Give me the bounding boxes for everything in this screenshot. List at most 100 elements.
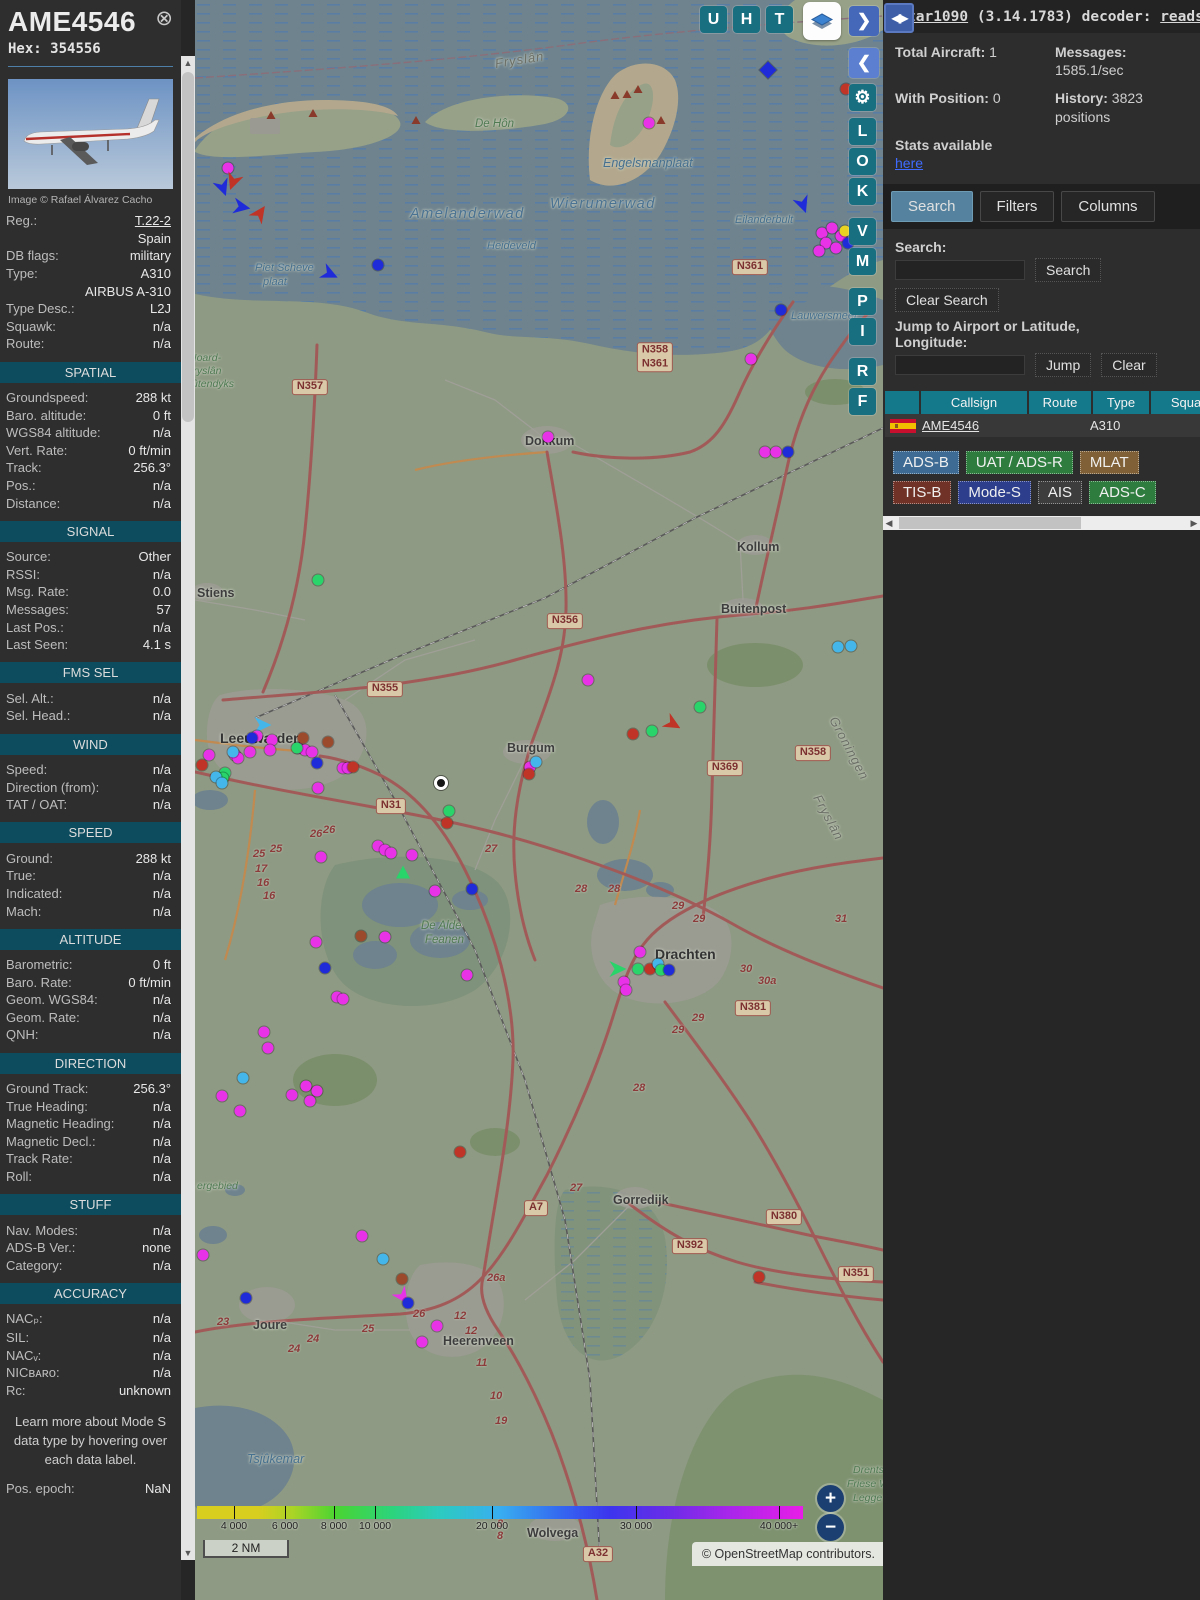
aircraft-marker[interactable]: [322, 736, 334, 748]
aircraft-marker[interactable]: [832, 641, 844, 653]
aircraft-marker[interactable]: [304, 1095, 316, 1107]
aircraft-marker[interactable]: [379, 931, 391, 943]
aircraft-marker[interactable]: [311, 757, 323, 769]
aircraft-marker[interactable]: [244, 746, 256, 758]
aircraft-marker[interactable]: [530, 756, 542, 768]
aircraft-marker[interactable]: [258, 1026, 270, 1038]
selected-aircraft-marker[interactable]: [434, 776, 448, 790]
aircraft-marker[interactable]: [203, 749, 215, 761]
aircraft-marker[interactable]: [443, 805, 455, 817]
column-header-callsign[interactable]: Callsign: [921, 391, 1027, 415]
aircraft-marker[interactable]: [240, 1292, 252, 1304]
stats-here-link[interactable]: here: [895, 155, 923, 171]
map-button-v[interactable]: V: [849, 218, 876, 245]
map-attribution[interactable]: © OpenStreetMap contributors.: [691, 1542, 883, 1566]
jump-button[interactable]: Jump: [1035, 353, 1092, 378]
settings-gear-button[interactable]: ⚙: [849, 84, 876, 111]
aircraft-marker[interactable]: [227, 746, 239, 758]
column-header-type[interactable]: Type: [1093, 391, 1149, 415]
scroll-up-icon[interactable]: ▲: [181, 56, 195, 70]
aircraft-marker[interactable]: [396, 1273, 408, 1285]
map-button-u[interactable]: U: [700, 6, 727, 33]
aircraft-marker[interactable]: [627, 728, 639, 740]
source-filter-uatadsr[interactable]: UAT / ADS-R: [965, 451, 1073, 475]
map-button-p[interactable]: P: [849, 288, 876, 315]
aircraft-marker[interactable]: [632, 963, 644, 975]
collapse-left-button[interactable]: ❮: [849, 48, 879, 78]
search-button[interactable]: Search: [1035, 258, 1102, 283]
scroll-left-icon[interactable]: ◀: [883, 516, 895, 530]
aircraft-marker[interactable]: [634, 946, 646, 958]
aircraft-marker[interactable]: [542, 431, 554, 443]
tab-filters[interactable]: Filters: [979, 191, 1055, 223]
aircraft-marker[interactable]: [216, 1090, 228, 1102]
aircraft-marker[interactable]: [385, 847, 397, 859]
map[interactable]: Fryslân De Hôn Engelsmanplaat Amelanderwad W…: [195, 0, 883, 1600]
aircraft-marker[interactable]: [222, 162, 234, 174]
aircraft-marker[interactable]: [297, 732, 309, 744]
scrollbar-thumb[interactable]: [182, 72, 194, 422]
aircraft-marker[interactable]: [286, 1089, 298, 1101]
aircraft-marker[interactable]: [300, 1080, 312, 1092]
aircraft-marker[interactable]: [315, 851, 327, 863]
aircraft-marker[interactable]: [237, 1072, 249, 1084]
source-filter-modes[interactable]: Mode-S: [958, 481, 1031, 505]
aircraft-marker[interactable]: [582, 674, 594, 686]
callsign-link[interactable]: AME4546: [922, 418, 979, 433]
aircraft-marker[interactable]: [197, 1249, 209, 1261]
aircraft-marker[interactable]: [663, 964, 675, 976]
aircraft-marker[interactable]: [830, 242, 842, 254]
aircraft-marker[interactable]: [310, 936, 322, 948]
column-header-flag[interactable]: [885, 391, 919, 415]
aircraft-marker[interactable]: [523, 768, 535, 780]
aircraft-marker[interactable]: [312, 782, 324, 794]
aircraft-marker[interactable]: [454, 1146, 466, 1158]
expand-right-button[interactable]: ❯: [849, 6, 879, 36]
map-button-r[interactable]: R: [849, 358, 876, 385]
aircraft-marker[interactable]: [429, 885, 441, 897]
source-filter-ais[interactable]: AIS: [1037, 481, 1083, 505]
aircraft-marker[interactable]: [759, 446, 771, 458]
aircraft-marker[interactable]: [431, 1320, 443, 1332]
aircraft-marker[interactable]: [262, 1042, 274, 1054]
aircraft-marker[interactable]: [643, 117, 655, 129]
aircraft-marker[interactable]: [347, 761, 359, 773]
aircraft-marker[interactable]: [845, 640, 857, 652]
column-header-route[interactable]: Route: [1029, 391, 1091, 415]
aircraft-marker[interactable]: [264, 744, 276, 756]
aircraft-marker[interactable]: [402, 1297, 414, 1309]
source-filter-adsb[interactable]: ADS-B: [893, 451, 959, 475]
table-row[interactable]: AME4546 A310 0: [885, 414, 1200, 438]
map-button-f[interactable]: F: [849, 388, 876, 415]
aircraft-marker[interactable]: [355, 930, 367, 942]
map-button-k[interactable]: K: [849, 178, 876, 205]
aircraft-marker[interactable]: [441, 817, 453, 829]
map-button-t[interactable]: T: [766, 6, 793, 33]
sidebar-scrollbar[interactable]: ▲ ▼: [181, 56, 195, 1560]
source-filter-adsc[interactable]: ADS-C: [1089, 481, 1156, 505]
jump-clear-button[interactable]: Clear: [1101, 353, 1157, 378]
aircraft-marker[interactable]: [311, 1085, 323, 1097]
aircraft-marker[interactable]: [377, 1253, 389, 1265]
aircraft-marker[interactable]: [646, 725, 658, 737]
aircraft-marker[interactable]: [319, 962, 331, 974]
aircraft-marker[interactable]: [770, 446, 782, 458]
aircraft-marker[interactable]: [416, 1336, 428, 1348]
aircraft-marker[interactable]: [356, 1230, 368, 1242]
aircraft-marker[interactable]: [291, 742, 303, 754]
aircraft-marker[interactable]: [406, 849, 418, 861]
tar1090-link[interactable]: tar1090: [907, 9, 968, 25]
registration-link[interactable]: T.22-2: [135, 213, 171, 228]
close-icon[interactable]: ⊗: [155, 8, 173, 29]
panel-toggle-button[interactable]: ◀▶: [884, 3, 914, 33]
panel-horizontal-scrollbar[interactable]: ◀ ▶: [883, 516, 1200, 531]
callsign-cell[interactable]: AME4546: [919, 414, 1025, 437]
aircraft-marker[interactable]: [813, 245, 825, 257]
layers-button[interactable]: [803, 2, 841, 40]
map-button-m[interactable]: M: [849, 248, 876, 275]
source-filter-mlat[interactable]: MLAT: [1079, 451, 1139, 475]
aircraft-marker[interactable]: [461, 969, 473, 981]
aircraft-marker[interactable]: [694, 701, 706, 713]
aircraft-marker[interactable]: [216, 777, 228, 789]
hscrollbar-thumb[interactable]: [899, 517, 1081, 530]
